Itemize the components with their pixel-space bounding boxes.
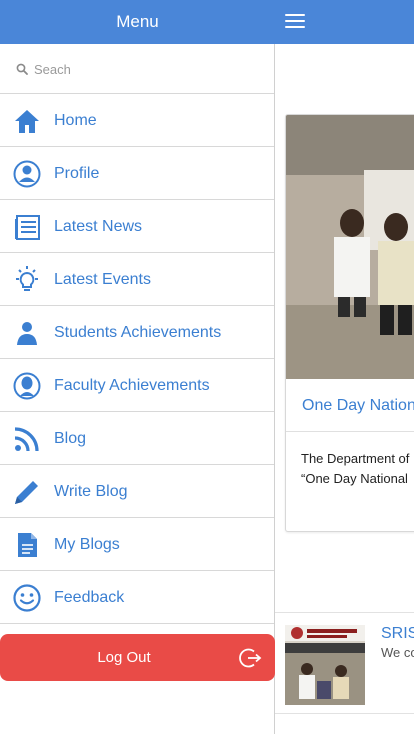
- menu-item-label: Students Achievements: [54, 324, 222, 341]
- pencil-icon: [15, 481, 38, 504]
- menu-item-my-blogs[interactable]: My Blogs: [0, 518, 274, 571]
- news-list-item[interactable]: SRIS We co: [275, 612, 414, 714]
- rss-icon: [14, 427, 39, 452]
- home-icon: [15, 110, 39, 133]
- menu-item-students-achievements[interactable]: Students Achievements: [0, 306, 274, 359]
- menu-item-label: Write Blog: [54, 483, 128, 500]
- logout-icon: [239, 648, 262, 668]
- menu-item-blog[interactable]: Blog: [0, 412, 274, 465]
- menu-item-label: Latest News: [54, 218, 143, 235]
- menu-item-label: My Blogs: [54, 536, 120, 553]
- menu-item-faculty-achievements[interactable]: Faculty Achievements: [0, 359, 274, 412]
- logout-label: Log Out: [97, 649, 151, 666]
- menu-item-profile[interactable]: Profile: [0, 147, 274, 200]
- lightbulb-icon: [16, 266, 38, 291]
- student-icon: [17, 322, 37, 345]
- app-screen: One Day Nation The Department of “One Da…: [0, 0, 414, 734]
- menu-item-label: Home: [54, 112, 97, 129]
- search-icon: [16, 63, 28, 75]
- menu-item-label: Profile: [54, 165, 100, 182]
- faculty-icon: [13, 372, 41, 400]
- menu-item-feedback[interactable]: Feedback: [0, 571, 274, 624]
- main-panel: One Day Nation The Department of “One Da…: [275, 0, 414, 734]
- main-header: [275, 0, 414, 44]
- menu-item-write-blog[interactable]: Write Blog: [0, 465, 274, 518]
- menu-item-latest-news[interactable]: Latest News: [0, 200, 274, 253]
- user-circle-icon: [13, 160, 41, 188]
- news-thumbnail: [285, 625, 365, 705]
- search-bar: [0, 44, 274, 94]
- smiley-icon: [13, 584, 41, 612]
- menu-item-label: Blog: [54, 430, 87, 447]
- menu-item-label: Latest Events: [54, 271, 151, 288]
- menu-item-latest-events[interactable]: Latest Events: [0, 253, 274, 306]
- drawer-title: Menu: [0, 0, 275, 44]
- event-card[interactable]: One Day Nation The Department of “One Da…: [285, 114, 414, 532]
- search-input[interactable]: [34, 58, 254, 80]
- card-divider: [286, 431, 414, 432]
- news-title[interactable]: SRIS: [381, 625, 414, 643]
- hamburger-icon[interactable]: [285, 12, 305, 30]
- menu-item-home[interactable]: Home: [0, 94, 274, 147]
- newspaper-icon: [15, 215, 40, 240]
- navigation-drawer: Menu Home Profile: [0, 0, 275, 734]
- event-description-line2: “One Day National: [301, 471, 408, 486]
- event-description-line1: The Department of: [301, 451, 410, 466]
- event-description: The Department of “One Day National: [301, 449, 409, 489]
- menu-item-label: Feedback: [54, 589, 125, 606]
- logout-button[interactable]: Log Out: [0, 634, 275, 681]
- menu-item-label: Faculty Achievements: [54, 377, 210, 394]
- document-icon: [18, 533, 37, 557]
- news-snippet: We co: [381, 645, 414, 660]
- event-title[interactable]: One Day Nation: [302, 397, 414, 415]
- event-photo: [286, 115, 414, 379]
